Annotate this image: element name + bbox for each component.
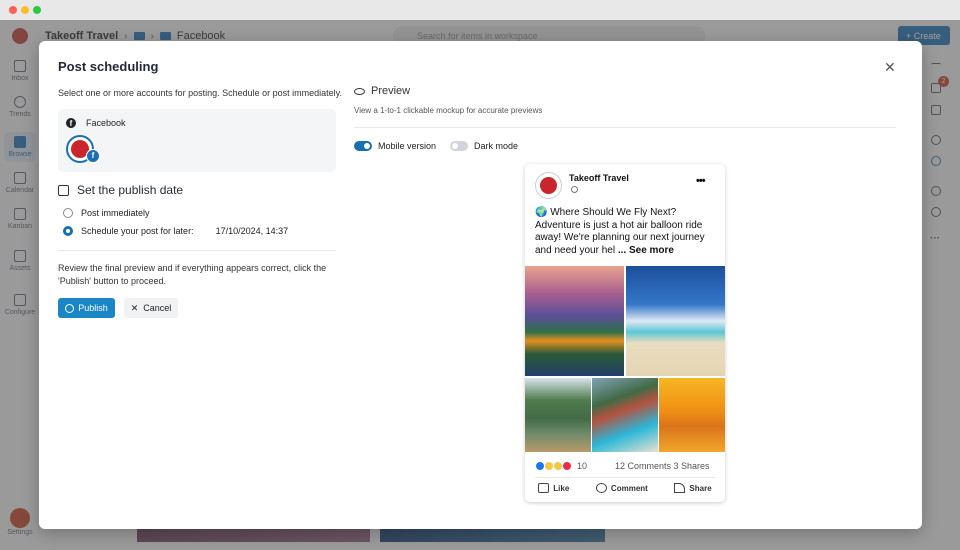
publish-date-heading: Set the publish date bbox=[58, 183, 183, 197]
post-scheduling-modal: Post scheduling ✕ Select one or more acc… bbox=[39, 41, 922, 529]
brand-logo bbox=[540, 177, 557, 194]
mobile-version-toggle[interactable] bbox=[354, 141, 372, 151]
dark-mode-label: Dark mode bbox=[474, 141, 519, 151]
close-window-button[interactable] bbox=[9, 6, 17, 14]
post-image-taj-mahal[interactable] bbox=[659, 378, 725, 452]
comment-button[interactable]: Comment bbox=[595, 483, 648, 493]
comments-shares-count[interactable]: 12 Comments 3 Shares bbox=[615, 461, 710, 471]
minimize-window-button[interactable] bbox=[21, 6, 29, 14]
radio-schedule-later[interactable] bbox=[63, 226, 73, 236]
share-icon bbox=[674, 483, 686, 493]
modal-title: Post scheduling bbox=[58, 59, 159, 74]
close-icon: ✕ bbox=[130, 302, 139, 313]
publish-button[interactable]: Publish bbox=[58, 298, 115, 318]
preview-heading: Preview bbox=[354, 85, 410, 97]
post-image-beach[interactable] bbox=[626, 266, 725, 376]
maximize-window-button[interactable] bbox=[33, 6, 41, 14]
option-post-immediately[interactable]: Post immediately bbox=[63, 208, 150, 218]
reactions-summary[interactable]: 10 bbox=[535, 461, 587, 471]
see-more-link[interactable]: ... See more bbox=[618, 245, 674, 256]
preview-subtitle: View a 1-to-1 clickable mockup for accur… bbox=[354, 106, 543, 115]
public-globe-icon bbox=[571, 186, 578, 193]
schedule-datetime[interactable]: 17/10/2024, 14:37 bbox=[216, 226, 289, 236]
divider bbox=[354, 127, 896, 128]
window-titlebar bbox=[0, 0, 960, 20]
comment-icon bbox=[595, 483, 607, 493]
facebook-badge-icon: f bbox=[86, 149, 100, 163]
share-button[interactable]: Share bbox=[674, 483, 712, 493]
option-schedule-later[interactable]: Schedule your post for later: 17/10/2024… bbox=[63, 226, 288, 236]
eye-icon bbox=[354, 87, 365, 95]
globe-icon bbox=[65, 303, 75, 313]
facebook-post-preview: Takeoff Travel ••• 🌍 Where Should We Fly… bbox=[525, 164, 725, 502]
review-instructions: Review the final preview and if everythi… bbox=[58, 263, 327, 286]
divider bbox=[58, 250, 336, 251]
facebook-icon: f bbox=[66, 118, 76, 128]
post-text: 🌍 Where Should We Fly Next? Adventure is… bbox=[535, 207, 705, 256]
love-reaction-icon bbox=[562, 461, 572, 471]
post-image-mountains[interactable] bbox=[525, 266, 624, 376]
cancel-button[interactable]: ✕ Cancel bbox=[124, 298, 178, 318]
reaction-count: 10 bbox=[577, 461, 588, 471]
preview-toggles: Mobile version Dark mode bbox=[354, 141, 518, 151]
dark-mode-toggle[interactable] bbox=[450, 141, 469, 151]
account-platform-label: Facebook bbox=[86, 118, 126, 128]
page-avatar[interactable] bbox=[535, 172, 562, 199]
thumbs-up-icon bbox=[538, 483, 550, 493]
page-name[interactable]: Takeoff Travel bbox=[569, 173, 629, 183]
modal-subtitle: Select one or more accounts for posting.… bbox=[58, 88, 342, 98]
account-selector: f Facebook f bbox=[58, 109, 336, 172]
calendar-icon bbox=[58, 184, 69, 196]
more-options-icon[interactable]: ••• bbox=[696, 175, 706, 187]
radio-post-immediately[interactable] bbox=[63, 208, 73, 218]
divider bbox=[535, 477, 715, 478]
post-actions: Like Comment Share bbox=[525, 483, 725, 493]
close-icon[interactable]: ✕ bbox=[884, 59, 896, 76]
like-button[interactable]: Like bbox=[538, 483, 569, 493]
post-image-coast[interactable] bbox=[592, 378, 658, 452]
mobile-version-label: Mobile version bbox=[378, 141, 437, 151]
post-image-raft[interactable] bbox=[525, 378, 591, 452]
